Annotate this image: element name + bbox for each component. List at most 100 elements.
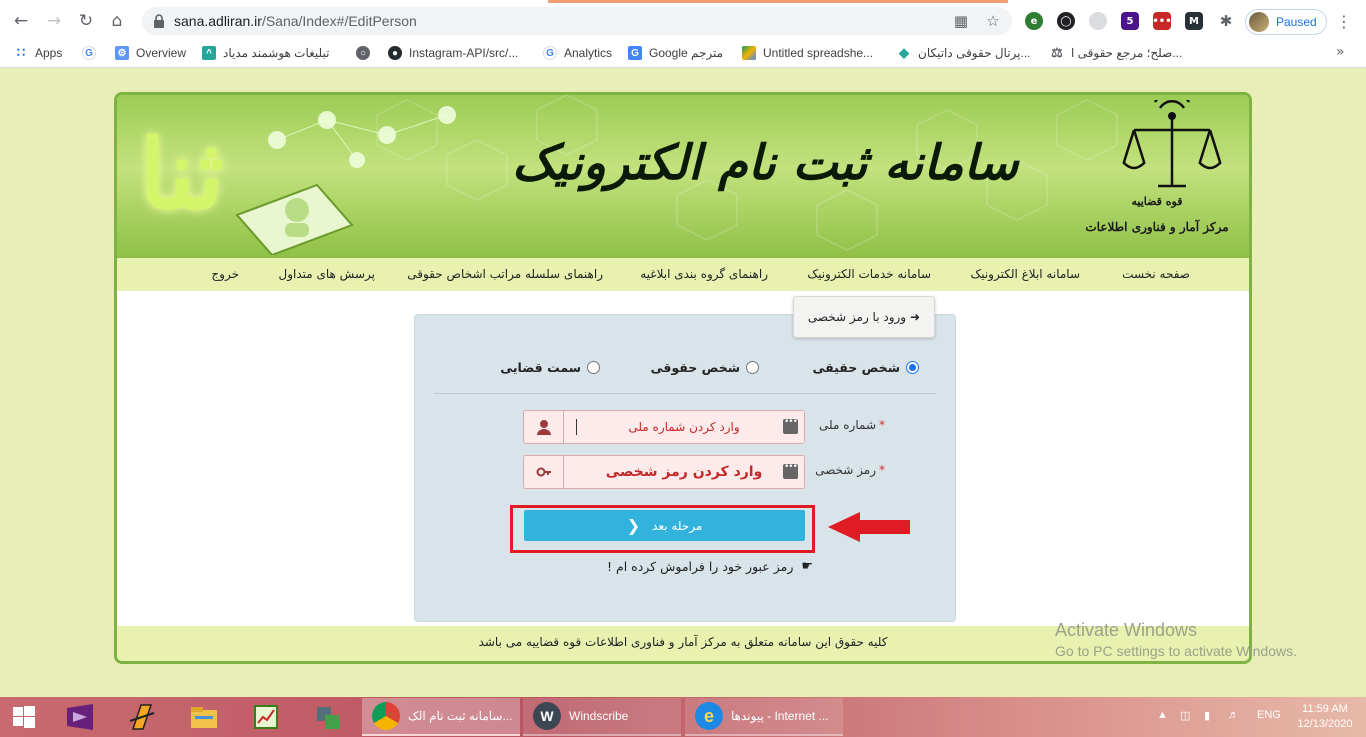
national-id-group: وارد کردن شماره ملی: [523, 410, 805, 444]
extensions-puzzle-icon[interactable]: ✱: [1217, 12, 1235, 30]
tray-network-icon[interactable]: ▮: [1204, 709, 1210, 722]
network-tool-icon[interactable]: [310, 701, 346, 733]
password-input[interactable]: وارد کردن رمز شخصی: [564, 456, 804, 488]
address-bar[interactable]: sana.adliran.ir/Sana/Index#/EditPerson ▦…: [142, 7, 1012, 35]
nav-faq[interactable]: پرسش های متداول: [278, 267, 375, 281]
forward-icon[interactable]: →: [42, 9, 66, 33]
bookmark-analytics[interactable]: G Analytics: [543, 45, 612, 61]
tray-device-icon[interactable]: ◫: [1180, 709, 1190, 722]
reload-icon[interactable]: ↻: [74, 9, 98, 33]
datikan-icon: ◆: [899, 45, 909, 60]
scales-icon: ⚖: [1051, 45, 1063, 60]
bookmark-label: Overview: [136, 46, 187, 60]
taskbar-windscribe-window[interactable]: W Windscribe: [523, 698, 681, 736]
radio-legal-person[interactable]: شخص حقوقی: [651, 359, 759, 375]
browser-toolbar: ← → ↻ ⌂ sana.adliran.ir/Sana/Index#/Edit…: [0, 3, 1366, 38]
radio-label: شخص حقوقی: [650, 359, 740, 375]
browser-menu-icon[interactable]: ⋮: [1336, 12, 1352, 31]
nav-e-services[interactable]: سامانه خدمات الکترونیک: [807, 267, 931, 281]
bookmark-label: Analytics: [564, 46, 613, 60]
tablet-illustration: [235, 183, 354, 255]
bookmarks-overflow-icon[interactable]: »: [1336, 44, 1345, 60]
label-text: رمز شخصی: [815, 463, 876, 477]
taskbar-chrome-window[interactable]: سامانه ثبت نام الک...: [362, 698, 520, 736]
watermark-line2: Go to PC settings to activate Windows.: [1055, 643, 1297, 659]
google-icon: G: [543, 46, 557, 60]
extension-grey-icon[interactable]: [1089, 12, 1107, 30]
bookmark-apps[interactable]: ∷ Apps: [14, 45, 63, 61]
url-path: /Sana/Index#/EditPerson: [261, 13, 417, 29]
radio-dot[interactable]: [587, 360, 600, 374]
bookmark-instagram-api[interactable]: ● Instagram-API/src/...: [388, 45, 518, 61]
keyboard-icon[interactable]: [783, 417, 798, 434]
back-icon[interactable]: ←: [9, 9, 33, 33]
bookmark-translate[interactable]: G Google مترجم: [628, 45, 723, 61]
home-icon[interactable]: ⌂: [105, 9, 129, 33]
winamp-icon[interactable]: [124, 701, 160, 733]
translate-icon: G: [628, 46, 642, 60]
bookmark-globe[interactable]: ○: [356, 45, 377, 61]
nav-legal-hierarchy-guide[interactable]: راهنمای سلسله مراتب اشخاص حقوقی: [407, 267, 603, 281]
radio-dot[interactable]: [746, 360, 759, 374]
chrome-icon: [372, 702, 400, 730]
main-nav: صفحه نخست سامانه ابلاغ الکترونیک سامانه …: [117, 258, 1249, 291]
nav-logout[interactable]: خروج: [211, 267, 239, 281]
radio-dot[interactable]: [906, 360, 919, 374]
overview-icon: ⚙: [115, 46, 129, 60]
radio-natural-person[interactable]: شخص حقیقی: [813, 359, 919, 375]
file-explorer-icon[interactable]: [186, 701, 222, 733]
bookmark-label: تبلیغات هوشمند مدیاد: [223, 46, 330, 60]
extension-green-icon[interactable]: e: [1025, 12, 1043, 30]
banner-title: سامانه ثبت نام الکترونیک: [512, 135, 1019, 191]
keyboard-icon[interactable]: [783, 462, 798, 479]
tray-volume-icon[interactable]: ♬: [1228, 709, 1239, 721]
bookmark-solh[interactable]: ⚖ صلح؛ مرجع حقوقی ا...: [1050, 45, 1182, 61]
tray-language[interactable]: ENG: [1257, 709, 1281, 721]
tab-title: ورود با رمز شخصی: [807, 310, 907, 324]
url-text: sana.adliran.ir/Sana/Index#/EditPerson: [174, 13, 417, 29]
bookmark-overview[interactable]: ⚙ Overview: [115, 45, 186, 61]
next-step-button[interactable]: مرحله بعد ❮: [524, 510, 805, 541]
extension-m-icon[interactable]: M: [1185, 12, 1203, 30]
bookmark-spreadsheet[interactable]: Untitled spreadshe...: [742, 45, 873, 61]
visual-studio-icon[interactable]: [62, 701, 98, 733]
extension-stack-icon[interactable]: 5: [1121, 12, 1139, 30]
chart-app-icon[interactable]: [248, 701, 284, 733]
bookmark-datikan[interactable]: ◆ پرتال حقوقی داتیکان...: [897, 45, 1031, 61]
bookmark-google[interactable]: G: [82, 45, 103, 61]
radio-label: شخص حقیقی: [812, 359, 900, 375]
translate-page-icon[interactable]: ▦: [952, 12, 970, 30]
extension-red-icon[interactable]: •••: [1152, 12, 1172, 30]
network-people-illustration: [268, 106, 456, 168]
user-icon: [536, 420, 551, 435]
profile-button[interactable]: Paused: [1245, 9, 1327, 35]
window-label: Windscribe: [569, 709, 629, 723]
url-host: sana.adliran.ir: [174, 13, 262, 29]
tab-personal-password-login[interactable]: ➜ ورود با رمز شخصی: [793, 296, 935, 338]
password-addon: [524, 456, 564, 488]
chevron-left-icon: ❮: [626, 516, 641, 535]
taskbar-clock[interactable]: 11:59 AM 12/13/2020: [1290, 702, 1360, 732]
nav-home[interactable]: صفحه نخست: [1122, 267, 1190, 281]
national-id-input[interactable]: وارد کردن شماره ملی: [564, 411, 804, 443]
bookmark-star-icon[interactable]: ☆: [984, 12, 1002, 30]
sana-logo-glyph: ثنا: [139, 118, 224, 231]
internet-explorer-icon: e: [695, 702, 723, 730]
watermark-line1: Activate Windows: [1055, 620, 1198, 640]
globe-icon: ○: [356, 46, 370, 60]
mediad-icon: ^: [202, 46, 216, 60]
extension-loop-icon[interactable]: ◯: [1057, 12, 1075, 30]
nav-notice-grouping-guide[interactable]: راهنمای گروه بندی ابلاغیه: [640, 267, 768, 281]
red-arrow-icon: [828, 512, 910, 542]
forgot-password-link[interactable]: ☛ رمز عبور خود را فراموش کرده ام !: [607, 559, 813, 574]
tray-overflow-icon[interactable]: ▲: [1157, 709, 1168, 721]
required-marker: *: [879, 418, 885, 432]
center-name-label: مرکز آمار و فناوری اطلاعات: [1085, 220, 1229, 234]
radio-judicial-position[interactable]: سمت قضایی: [500, 359, 600, 375]
nav-e-notification[interactable]: سامانه ابلاغ الکترونیک: [970, 267, 1080, 281]
windows-start-icon[interactable]: [6, 701, 42, 733]
bookmark-label: Apps: [35, 46, 63, 60]
password-placeholder: وارد کردن رمز شخصی: [605, 464, 763, 480]
bookmark-mediad[interactable]: ^ تبلیغات هوشمند مدیاد: [202, 45, 329, 61]
taskbar-ie-window[interactable]: e پیوندها - Internet ...: [685, 698, 843, 736]
